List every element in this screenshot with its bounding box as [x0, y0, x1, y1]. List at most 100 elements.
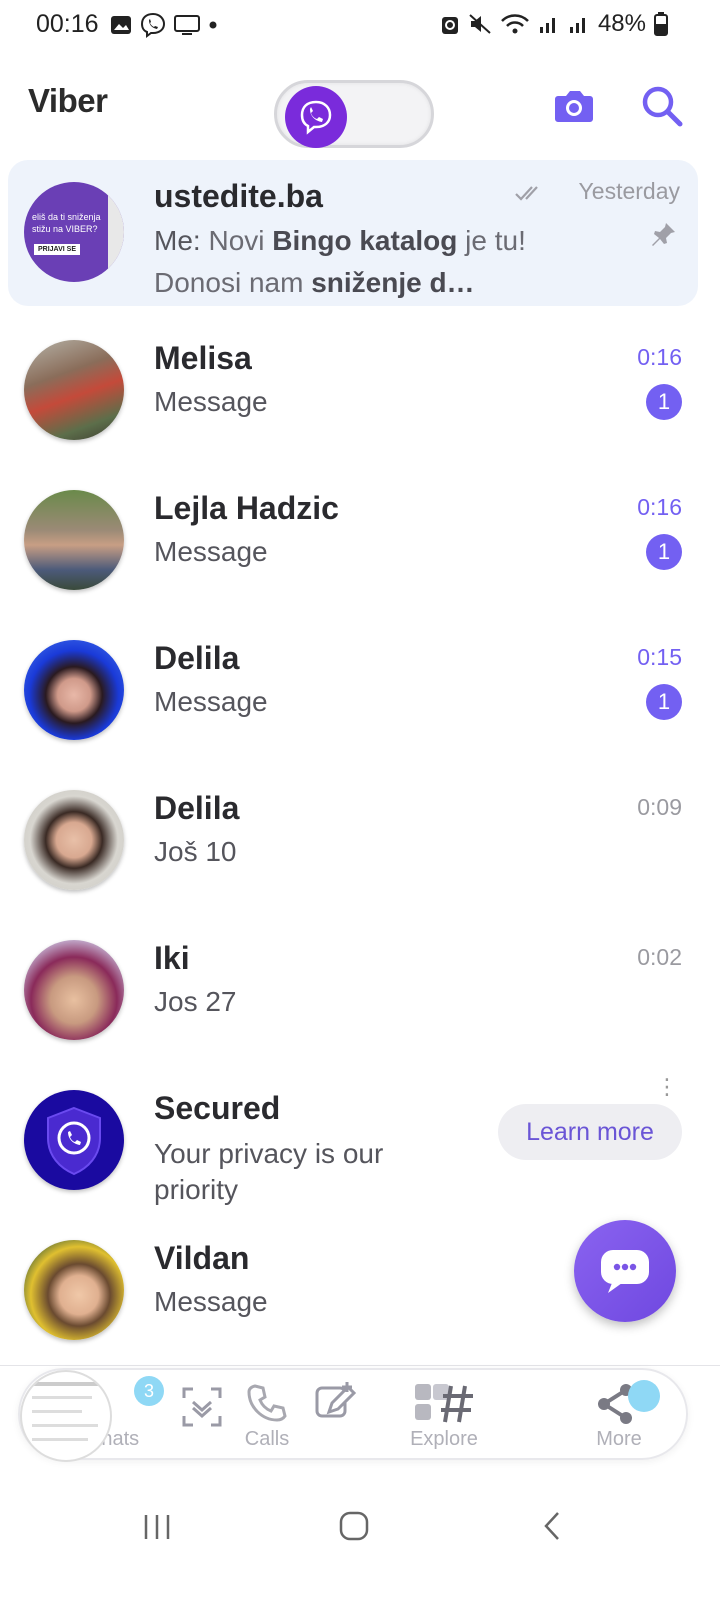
- unread-badge: 1: [646, 384, 682, 420]
- tab-calls[interactable]: Calls: [232, 1376, 302, 1456]
- chat-time: Yesterday: [578, 178, 680, 204]
- chat-message: Message: [154, 536, 268, 567]
- chat-name: Lejla Hadzic: [154, 490, 339, 526]
- chat-message: Me: Novi Bingo katalog je tu! Donosi nam…: [154, 220, 534, 304]
- viber-notification-icon: [140, 12, 166, 38]
- tab-calls-label: Calls: [244, 1428, 290, 1450]
- avatar: [24, 1240, 124, 1340]
- viber-toggle-knob[interactable]: [285, 86, 347, 148]
- viber-icon: [300, 100, 332, 135]
- new-chat-button[interactable]: [574, 1220, 676, 1322]
- notification-icons: [110, 12, 218, 38]
- signal-icon-1: [539, 18, 555, 33]
- avatar: [24, 490, 124, 590]
- compose-icon: [315, 1382, 357, 1418]
- chat-message: Još 10: [154, 836, 237, 867]
- app-header: Viber: [0, 60, 720, 156]
- chat-item-melisa[interactable]: Melisa Message 0:16 1: [0, 318, 720, 468]
- status-bar: 00:16 48%: [0, 0, 720, 52]
- status-time: 00:16: [36, 10, 99, 38]
- thumb-line: [32, 1382, 104, 1386]
- chat-item-delila-2[interactable]: Delila Još 10 0:09: [0, 768, 720, 918]
- chat-name: Delila: [154, 790, 240, 826]
- search-button[interactable]: [640, 84, 684, 128]
- chat-name: Delila: [154, 640, 240, 676]
- tab-more-label: More: [596, 1428, 642, 1450]
- avatar: eliš da ti sniženja stižu na VIBER? PRIJ…: [24, 182, 124, 282]
- battery-percent: 48%: [597, 10, 646, 37]
- unread-badge: 1: [646, 534, 682, 570]
- battery-icon: [654, 12, 668, 36]
- avatar: [24, 940, 124, 1040]
- chat-name: Iki: [154, 940, 190, 976]
- message-part-bold: sniženje d…: [311, 267, 475, 298]
- wifi-icon: [501, 14, 529, 34]
- thumb-line: [32, 1424, 98, 1427]
- search-icon: [642, 86, 683, 127]
- qr-scan-icon: [182, 1387, 222, 1427]
- chat-time: 0:02: [637, 944, 682, 970]
- tab-explore[interactable]: Explore: [396, 1376, 492, 1456]
- chat-time: 0:16: [637, 344, 682, 370]
- chat-item-lejla-hadzic[interactable]: Lejla Hadzic Message 0:16 1: [0, 468, 720, 618]
- tab-more[interactable]: More: [576, 1376, 662, 1456]
- chat-message: Message: [154, 386, 268, 417]
- avatar: [24, 640, 124, 740]
- avatar-decoration: [108, 192, 124, 272]
- bottom-navigation: 3 Chats Calls Explore More: [18, 1368, 688, 1460]
- explore-icon: [415, 1384, 473, 1423]
- viber-logo: Viber: [28, 82, 108, 119]
- tab-explore-label: Explore: [410, 1428, 478, 1450]
- recycle-icon: [441, 17, 458, 34]
- chats-thumbnail[interactable]: [20, 1370, 112, 1462]
- back-icon[interactable]: [540, 1510, 566, 1542]
- message-part-bold: Bingo katalog: [272, 225, 458, 256]
- pin-icon: [652, 223, 675, 246]
- chat-message: Jos 27: [154, 986, 237, 1017]
- camera-button[interactable]: [552, 84, 596, 128]
- chat-time: 0:15: [637, 644, 682, 670]
- double-check-icon: [515, 186, 538, 201]
- gallery-icon: [111, 16, 131, 34]
- more-options-icon[interactable]: ⋮: [656, 1074, 678, 1100]
- chat-bubble-icon: [601, 1250, 649, 1293]
- chat-item-ustedite[interactable]: eliš da ti sniženja stižu na VIBER? PRIJ…: [8, 160, 698, 306]
- chat-name: ustedite.ba: [154, 178, 323, 214]
- avatar-text-1: eliš da ti sniženja: [32, 212, 101, 222]
- chat-message: Message: [154, 1286, 268, 1317]
- learn-more-button[interactable]: Learn more: [498, 1104, 682, 1160]
- chat-item-iki[interactable]: Iki Jos 27 0:02: [0, 918, 720, 1068]
- edit-chat-button[interactable]: [306, 1376, 366, 1456]
- message-part: Novi: [208, 225, 273, 256]
- unread-badge: 1: [646, 684, 682, 720]
- chat-name: Vildan: [154, 1240, 250, 1276]
- nav-divider: [0, 1365, 720, 1366]
- avatar-button-text: PRIJAVI SE: [34, 244, 80, 255]
- mode-toggle[interactable]: [274, 80, 434, 148]
- thumb-line: [32, 1438, 88, 1441]
- status-right-icons: 48%: [440, 10, 668, 38]
- avatar: [24, 340, 124, 440]
- chat-message: Message: [154, 686, 268, 717]
- chat-name: Secured: [154, 1090, 281, 1126]
- recent-apps-icon[interactable]: [142, 1512, 172, 1542]
- chat-item-secured[interactable]: Secured Your privacy is our priority ⋮ L…: [0, 1068, 720, 1218]
- screen-cast-icon: [174, 15, 200, 35]
- scan-qr-button[interactable]: [172, 1376, 232, 1456]
- home-icon[interactable]: [338, 1510, 370, 1542]
- avatar: [24, 1090, 124, 1190]
- avatar: [24, 790, 124, 890]
- message-prefix: Me:: [154, 225, 209, 256]
- dot-icon: [209, 21, 217, 29]
- chat-message: Your privacy is our priority: [154, 1138, 384, 1205]
- chat-time: 0:09: [637, 794, 682, 820]
- phone-icon: [247, 1384, 287, 1422]
- chat-item-delila[interactable]: Delila Message 0:15 1: [0, 618, 720, 768]
- more-badge: [628, 1380, 660, 1412]
- avatar-text-2: stižu na VIBER?: [32, 224, 98, 234]
- shield-icon: [47, 1106, 101, 1176]
- chat-name: Melisa: [154, 340, 252, 376]
- mute-icon: [469, 14, 491, 34]
- system-navigation: [0, 1480, 720, 1580]
- camera-icon: [555, 91, 593, 122]
